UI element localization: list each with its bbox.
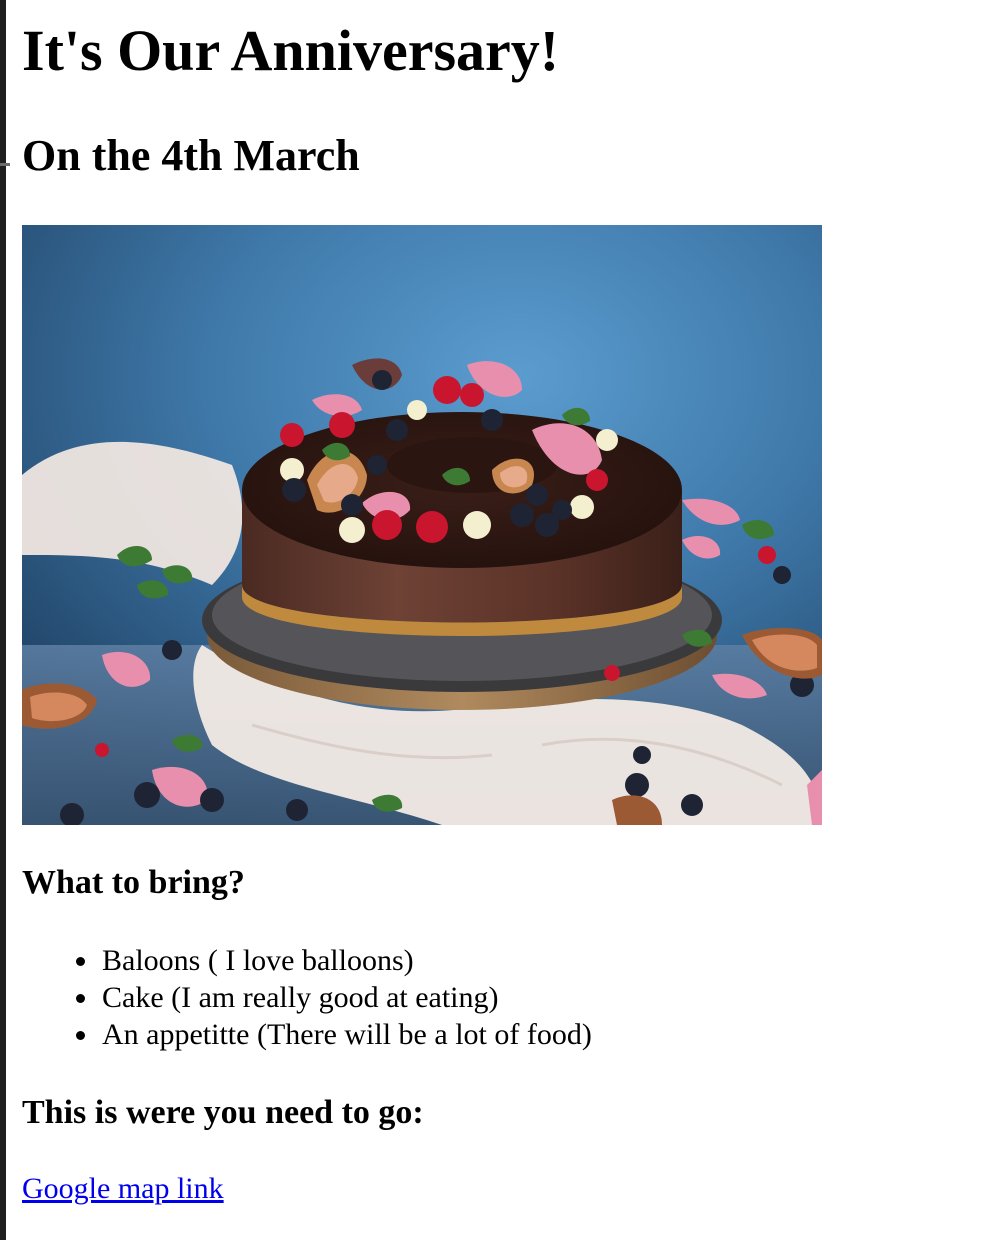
bullet-icon (76, 1031, 85, 1040)
google-map-link[interactable]: Google map link (22, 1170, 224, 1208)
list-item-text: Baloons ( I love balloons) (102, 944, 414, 977)
browser-left-notch (0, 163, 10, 166)
bring-list: Baloons ( I love balloons) Cake (I am re… (22, 942, 592, 1053)
location-heading: This is were you need to go: (22, 1094, 424, 1131)
page-title: It's Our Anniversary! (22, 18, 560, 83)
bullet-icon (76, 957, 85, 966)
list-item: Baloons ( I love balloons) (76, 942, 592, 979)
list-item-text: An appetitte (There will be a lot of foo… (102, 1018, 592, 1051)
list-item: Cake (I am really good at eating) (76, 979, 592, 1016)
bring-heading: What to bring? (22, 864, 245, 901)
cake-image (22, 225, 822, 825)
list-item-text: Cake (I am really good at eating) (102, 981, 499, 1014)
bullet-icon (76, 994, 85, 1003)
list-item: An appetitte (There will be a lot of foo… (76, 1016, 592, 1053)
browser-left-edge (0, 0, 6, 1240)
date-heading: On the 4th March (22, 131, 360, 180)
